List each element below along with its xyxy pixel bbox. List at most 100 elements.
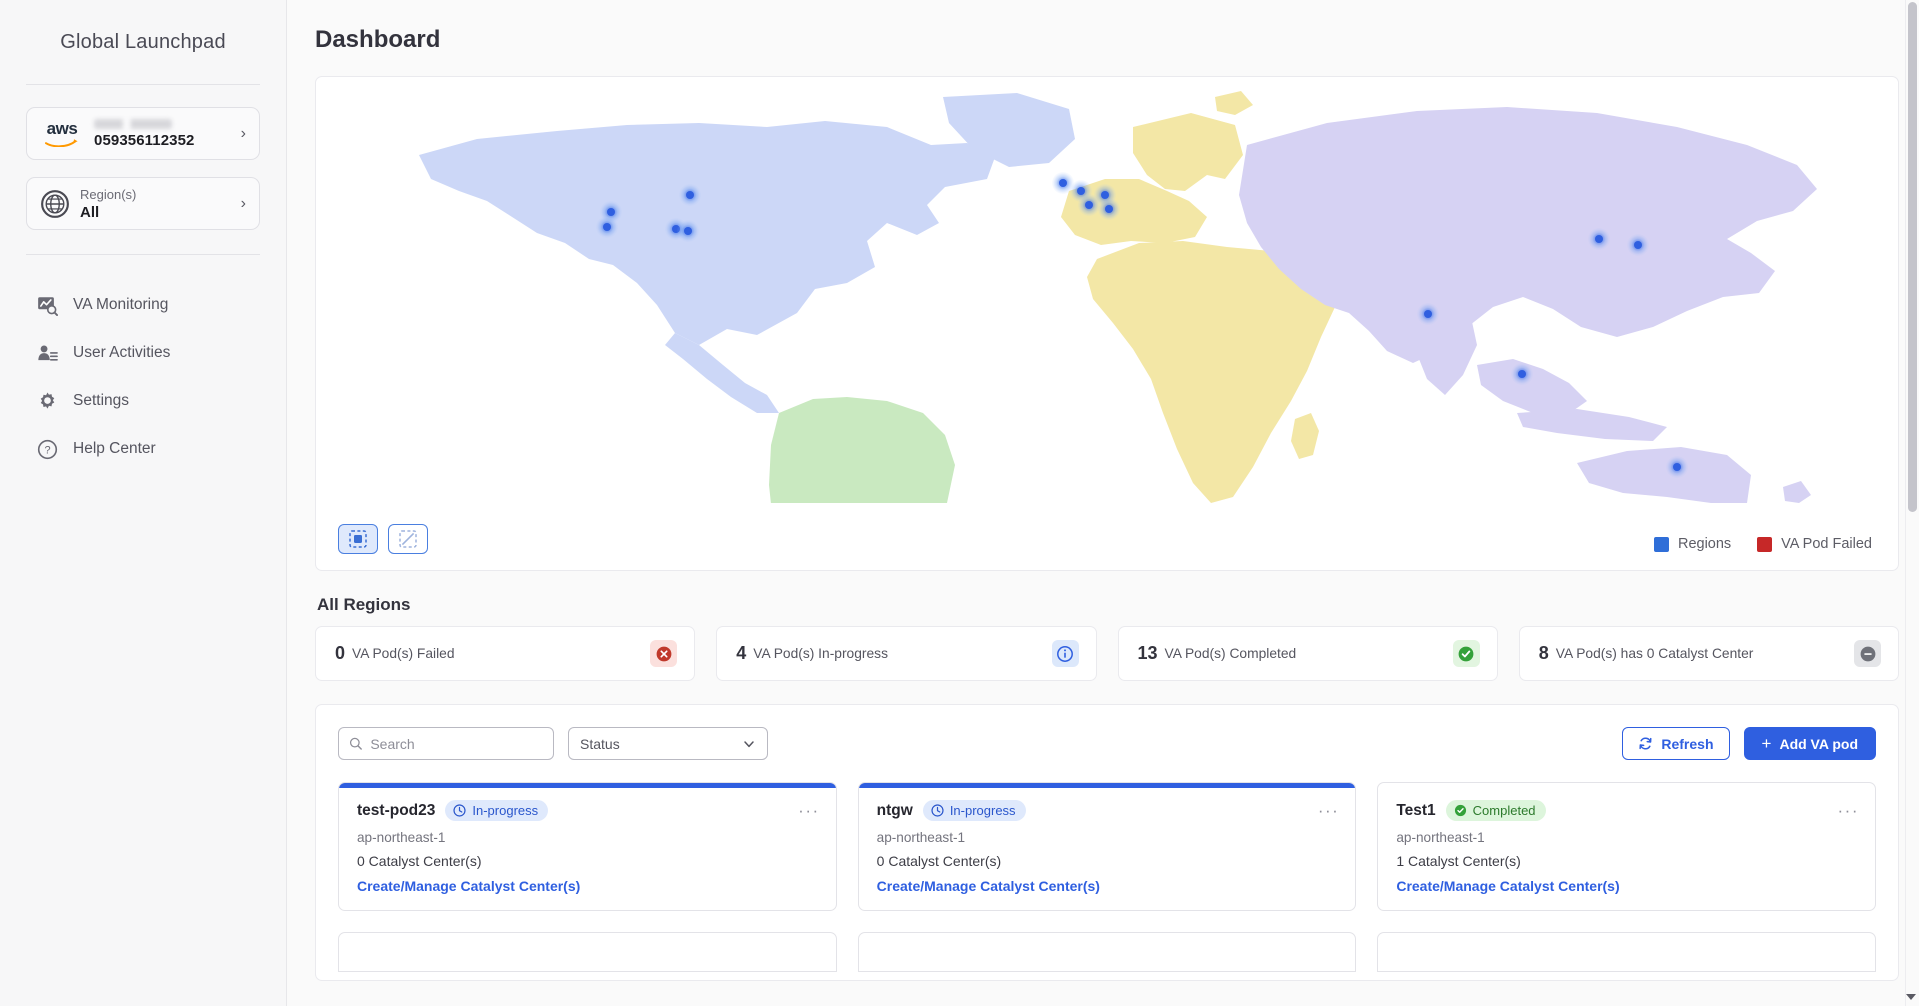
refresh-button[interactable]: Refresh [1622,727,1729,760]
va-pod-card[interactable] [338,932,837,972]
stat-label-no-catalyst: VA Pod(s) has 0 Catalyst Center [1556,646,1854,661]
scrollbar-thumb[interactable] [1908,2,1917,512]
clock-icon [453,804,466,817]
stat-label-in-progress: VA Pod(s) In-progress [753,646,1051,661]
clear-selection-tool-button[interactable] [388,524,428,554]
map-marker-us-east-1[interactable] [677,220,699,242]
va-pod-name: ntgw [877,802,913,820]
refresh-icon [1638,736,1653,751]
aws-account-texts: 059356112352 [84,119,235,149]
create-manage-catalyst-link[interactable]: Create/Manage Catalyst Center(s) [1396,878,1857,894]
va-pod-card[interactable] [858,932,1357,972]
world-map[interactable] [316,77,1898,517]
select-region-tool-button[interactable] [338,524,378,554]
va-pod-menu-button[interactable]: ··· [798,801,819,821]
page-scrollbar[interactable] [1905,0,1919,1006]
app-root: Global Launchpad aws 059356112352 › [0,0,1919,1006]
region-texts: Region(s) All [70,186,235,221]
sidebar: Global Launchpad aws 059356112352 › [0,0,287,1006]
check-circle-icon [1454,804,1467,817]
main-inner: Dashboard [287,0,1919,981]
stat-label-completed: VA Pod(s) Completed [1165,646,1453,661]
marker-dot [686,191,694,199]
aws-account-selector[interactable]: aws 059356112352 › [26,107,260,160]
sidebar-item-va-monitoring[interactable]: VA Monitoring [0,281,286,329]
va-pod-name: Test1 [1396,802,1435,820]
world-map-card: Regions VA Pod Failed [315,76,1899,571]
marker-dot [1595,235,1603,243]
map-marker-ap-south-1[interactable] [1417,303,1439,325]
sidebar-nav: VA Monitoring User Activities [0,281,286,473]
create-manage-catalyst-link[interactable]: Create/Manage Catalyst Center(s) [877,878,1338,894]
map-marker-ap-northeast-1[interactable] [1627,234,1649,256]
stat-number-no-catalyst: 8 [1539,643,1549,664]
marker-dot [1424,310,1432,318]
status-filter-value: Status [580,736,620,752]
search-icon [349,736,362,751]
refresh-button-label: Refresh [1661,736,1713,752]
stat-card-failed[interactable]: 0 VA Pod(s) Failed [315,626,695,681]
sidebar-item-help-center[interactable]: ? Help Center [0,425,286,473]
search-input[interactable] [370,736,543,752]
select-region-icon [349,530,367,548]
minus-circle-icon [1854,640,1881,667]
map-marker-eu-south-1[interactable] [1098,198,1120,220]
aws-logo-text: aws [47,120,78,137]
aws-account-number: 059356112352 [94,132,235,149]
map-region-indonesia [1517,409,1667,441]
chevron-right-icon-region: › [235,195,246,213]
va-pods-toolbar: Status Refresh [338,727,1876,760]
stat-card-no-catalyst[interactable]: 8 VA Pod(s) has 0 Catalyst Center [1519,626,1899,681]
clock-icon [931,804,944,817]
va-pods-grid: test-pod23 In-progress ··· ap-northeast-… [338,782,1876,911]
marker-dot [1059,179,1067,187]
all-regions-title: All Regions [317,595,1899,615]
map-region-north-america [419,121,995,345]
sidebar-item-label-va-monitoring: VA Monitoring [73,296,168,314]
va-pod-card[interactable] [1377,932,1876,972]
va-pod-region: ap-northeast-1 [877,830,1338,845]
region-selector[interactable]: Region(s) All › [26,177,260,230]
region-label: Region(s) [80,186,235,204]
aws-logo-icon: aws [40,120,84,147]
map-region-central-america [665,333,779,413]
stats-row: 0 VA Pod(s) Failed 4 VA Pod(s) In-progre… [315,626,1899,681]
map-marker-ap-southeast-2[interactable] [1666,456,1688,478]
stat-card-completed[interactable]: 13 VA Pod(s) Completed [1118,626,1498,681]
va-pod-card[interactable]: Test1 Completed ··· ap-northeast-1 [1377,782,1876,911]
status-filter-select[interactable]: Status [568,727,768,760]
va-pod-menu-button[interactable]: ··· [1318,801,1339,821]
create-manage-catalyst-link[interactable]: Create/Manage Catalyst Center(s) [357,878,818,894]
va-pod-menu-button[interactable]: ··· [1838,801,1859,821]
map-marker-us-west-1[interactable] [596,216,618,238]
va-pod-catalyst-count: 0 Catalyst Center(s) [357,853,818,869]
scroll-down-arrow-icon[interactable] [1906,994,1916,1000]
marker-dot [603,223,611,231]
map-region-new-zealand [1783,481,1811,503]
va-pod-catalyst-count: 1 Catalyst Center(s) [1396,853,1857,869]
globe-icon [40,189,70,219]
map-marker-ap-northeast-2[interactable] [1588,228,1610,250]
stat-number-in-progress: 4 [736,643,746,664]
legend-swatch-va-pod-failed [1757,537,1772,552]
legend-swatch-regions [1654,537,1669,552]
legend-label-va-pod-failed: VA Pod Failed [1781,536,1872,552]
sidebar-item-settings[interactable]: Settings [0,377,286,425]
sidebar-item-user-activities[interactable]: User Activities [0,329,286,377]
status-badge-label: In-progress [472,803,538,818]
legend-label-regions: Regions [1678,536,1731,552]
map-toolbar [338,524,428,554]
va-pod-card[interactable]: ntgw In-progress ··· ap-northeast-1 [858,782,1357,911]
search-box[interactable] [338,727,554,760]
va-pod-card[interactable]: test-pod23 In-progress ··· ap-northeast-… [338,782,837,911]
legend-item-va-pod-failed: VA Pod Failed [1757,536,1872,552]
map-legend: Regions VA Pod Failed [1654,536,1872,552]
marker-dot [1673,463,1681,471]
status-badge-label: In-progress [950,803,1016,818]
stat-card-in-progress[interactable]: 4 VA Pod(s) In-progress [716,626,1096,681]
add-va-pod-button[interactable]: + Add VA pod [1744,727,1876,760]
map-marker-ca-central-1[interactable] [679,184,701,206]
info-circle-icon [1052,640,1079,667]
map-marker-ap-southeast-1[interactable] [1511,363,1533,385]
marker-dot [684,227,692,235]
